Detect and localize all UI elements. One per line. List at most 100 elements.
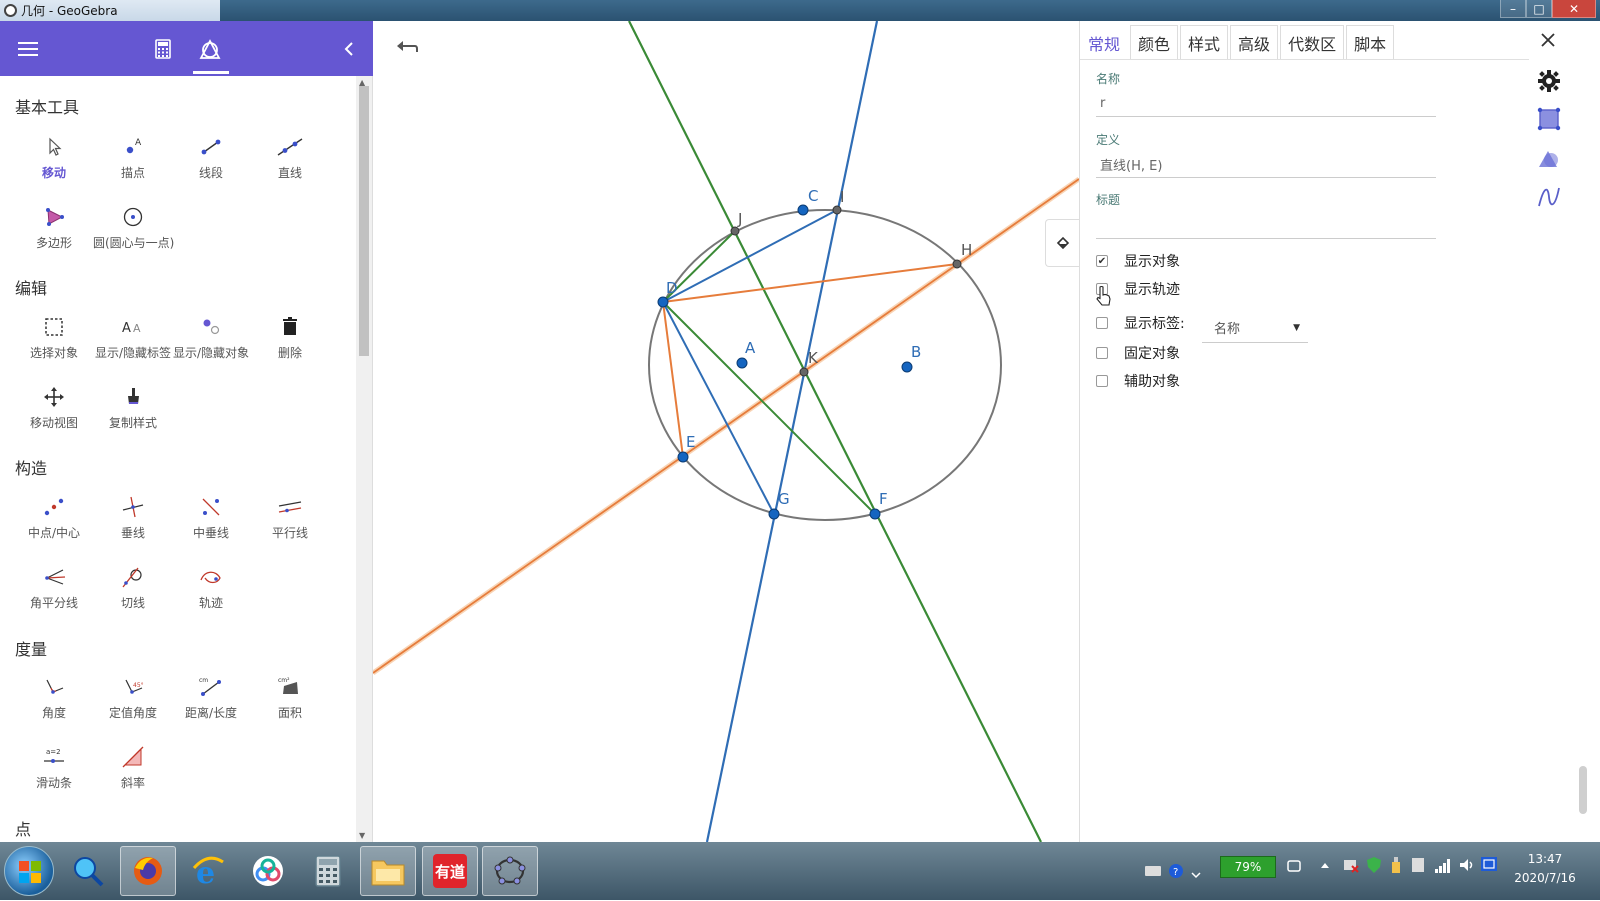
show-object-checkbox[interactable]: ✔ [1096,255,1108,267]
point-e[interactable] [677,451,689,463]
tool-polygon[interactable]: 多边形 [14,202,94,262]
auxiliary-object-row[interactable]: 辅助对象 [1096,371,1180,391]
tool-distance-length[interactable]: cm 距离/长度 [171,672,251,732]
fix-object-checkbox[interactable] [1096,347,1108,359]
tool-angle[interactable]: 角度 [14,672,94,732]
point-j[interactable] [730,226,740,236]
magnifier-search-icon[interactable] [60,846,116,896]
point-b[interactable] [901,361,913,373]
show-label-row[interactable]: 显示标签: [1096,313,1185,333]
geogebra-icon[interactable] [482,846,538,896]
windows-start-icon[interactable] [4,846,54,896]
fix-object-row[interactable]: 固定对象 [1096,343,1180,363]
calculator-app-icon[interactable] [300,846,356,896]
hamburger-icon[interactable] [14,35,42,63]
tool-angle-fixed-size[interactable]: 45° 定值角度 [93,672,173,732]
label-mode-select[interactable]: 名称 ▼ [1202,313,1308,343]
tool-angle-bisector[interactable]: 角平分线 [14,562,94,622]
input-method-icon[interactable] [1480,856,1498,872]
file-explorer-icon[interactable] [360,846,416,896]
function-icon[interactable] [1536,184,1562,210]
scroll-down-icon[interactable]: ▼ [359,831,365,840]
point-a[interactable] [736,357,748,369]
tool-select-objects[interactable]: 选择对象 [14,312,94,372]
point-f[interactable] [869,508,881,520]
security-shield-icon[interactable] [1366,856,1382,874]
tab-general[interactable]: 常规 [1080,25,1129,59]
graphics-view-icon[interactable] [1536,106,1562,132]
scrollbar-thumb[interactable] [359,86,369,356]
show-hidden-icons[interactable] [1320,860,1330,872]
tray-expand-icon[interactable] [1190,863,1202,879]
keyboard-icon[interactable] [1144,864,1162,878]
tab-advanced[interactable]: 高级 [1230,25,1279,59]
geometry-shapes-icon[interactable] [1536,146,1562,172]
show-object-row[interactable]: ✔ 显示对象 [1096,251,1180,271]
tool-move[interactable]: 移动 [14,132,94,192]
tools-scrollbar[interactable]: ▲ ▼ [356,76,372,842]
point-c[interactable] [797,204,809,216]
settings-icon[interactable] [1536,68,1562,94]
tool-parallel[interactable]: 平行线 [250,492,330,552]
volume-icon[interactable] [1458,856,1476,874]
calculator-icon[interactable] [150,35,176,63]
tab-scripting[interactable]: 脚本 [1346,25,1395,59]
tool-show-hide-label[interactable]: AA 显示/隐藏标签 [93,312,173,372]
point-k[interactable] [799,367,809,377]
close-icon[interactable] [1536,28,1560,52]
usb-icon[interactable] [1390,856,1402,874]
tool-move-view[interactable]: 移动视图 [14,382,94,442]
tool-slope[interactable]: 斜率 [93,742,173,802]
segment-dg[interactable] [662,301,775,515]
point-i[interactable] [832,205,842,215]
internet-explorer-icon[interactable]: e [180,846,236,896]
geometry-canvas[interactable]: A B C D E F G H I J K [373,21,1079,842]
point-g[interactable] [768,508,780,520]
geometry-icon[interactable] [193,33,229,74]
tab-style[interactable]: 样式 [1180,25,1229,59]
circle-main[interactable] [648,209,1002,521]
graphics-view[interactable]: A B C D E F G H I J K [373,21,1079,842]
point-d[interactable] [657,296,669,308]
maximize-button[interactable]: □ [1526,0,1552,18]
green-line-jf[interactable] [628,21,1042,842]
tool-copy-style[interactable]: 复制样式 [93,382,173,442]
name-field[interactable]: r [1096,91,1436,117]
orange-line-he-core[interactable] [373,178,1079,674]
tool-locus[interactable]: 轨迹 [171,562,251,622]
network-error-icon[interactable] [1342,856,1360,874]
tab-color[interactable]: 颜色 [1130,25,1179,59]
device-icon[interactable] [1410,856,1426,874]
chevron-left-icon[interactable] [338,35,360,63]
tool-midpoint[interactable]: 中点/中心 [14,492,94,552]
tool-delete[interactable]: 删除 [250,312,330,372]
tool-tangent[interactable]: 切线 [93,562,173,622]
signal-icon[interactable] [1434,856,1452,874]
youdao-icon[interactable]: 有道 [422,846,478,896]
tool-segment[interactable]: 线段 [171,132,251,192]
tool-perpendicular[interactable]: 垂线 [93,492,173,552]
system-clock[interactable]: 13:47 2020/7/16 [1500,850,1590,888]
segment-df[interactable] [662,301,876,515]
segment-de[interactable] [662,301,684,458]
tool-circle-center-point[interactable]: 圆(圆心与一点) [93,202,174,262]
cloud-drive-icon[interactable] [240,846,296,896]
help-icon[interactable]: ? [1168,863,1184,879]
auxiliary-object-checkbox[interactable] [1096,375,1108,387]
point-h[interactable] [952,259,962,269]
tool-slider[interactable]: a=2 滑动条 [14,742,94,802]
minimize-button[interactable]: – [1500,0,1526,18]
tab-algebra[interactable]: 代数区 [1280,25,1345,59]
firefox-icon[interactable] [120,846,176,896]
undo-icon[interactable] [395,37,421,61]
close-window-button[interactable]: ✕ [1552,0,1596,18]
tool-line[interactable]: 直线 [250,132,330,192]
caption-field[interactable] [1096,213,1436,239]
battery-indicator[interactable]: 79% [1220,856,1276,878]
scrollbar-thumb[interactable] [1579,766,1587,814]
properties-scrollbar[interactable] [1569,21,1600,842]
style-bar-toggle[interactable] [1045,219,1079,267]
power-icon[interactable] [1286,858,1304,874]
tool-area[interactable]: cm² 面积 [250,672,330,732]
tool-perpendicular-bisector[interactable]: 中垂线 [171,492,251,552]
